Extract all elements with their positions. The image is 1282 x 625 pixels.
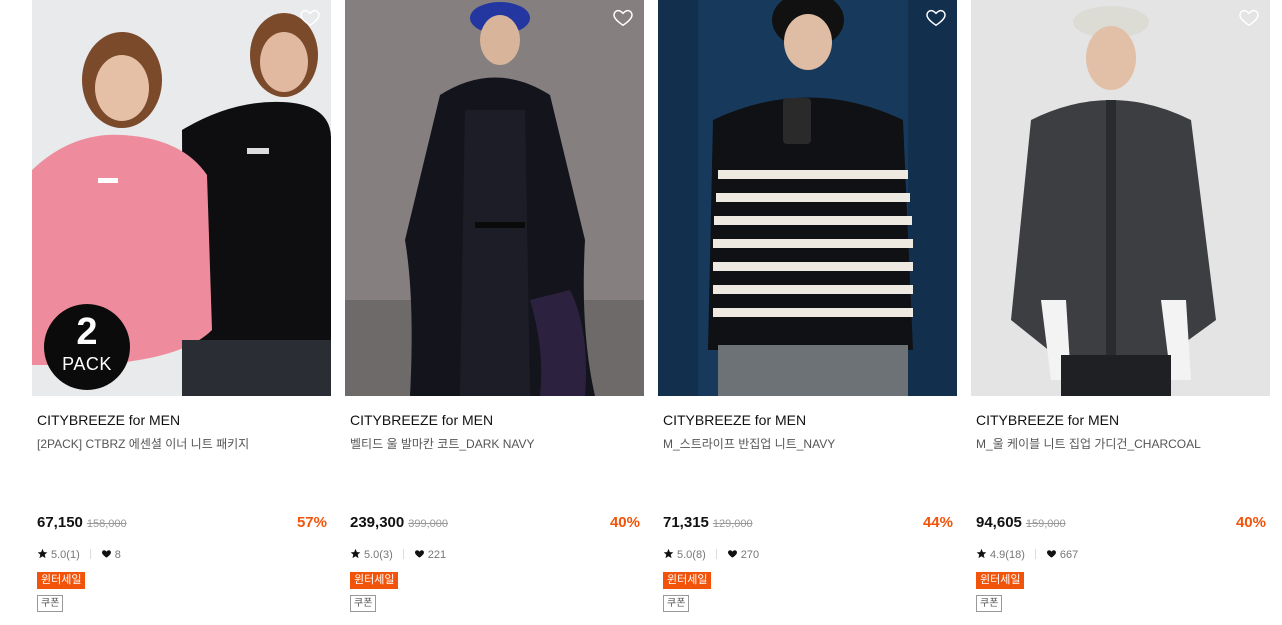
- product-image[interactable]: [658, 0, 957, 396]
- heart-icon: [101, 550, 111, 558]
- brand-name[interactable]: CITYBREEZE for MEN: [37, 412, 329, 428]
- rating-text: 5.0(3): [364, 549, 393, 561]
- discount-rate: 40%: [1235, 514, 1266, 531]
- original-price: 399,000: [408, 518, 448, 530]
- brand-name[interactable]: CITYBREEZE for MEN: [663, 412, 955, 428]
- heart-icon: [1046, 550, 1056, 558]
- sale-price-value: 67,150: [37, 514, 83, 531]
- pack-badge: 2 PACK: [44, 304, 130, 390]
- sale-price: 67,150 158,000: [37, 513, 127, 534]
- product-card[interactable]: CITYBREEZE for MEN M_울 케이블 니트 집업 가디건_CHA…: [971, 0, 1270, 625]
- coupon-tag: 쿠폰: [350, 595, 377, 612]
- wishlist-heart-icon[interactable]: [612, 6, 634, 28]
- product-card[interactable]: 2 PACK CITYBREEZE for MEN [2PACK] CTBRZ …: [32, 0, 331, 625]
- product-name[interactable]: 벨티드 울 발마칸 코트_DARK NAVY: [350, 437, 642, 451]
- discount-rate: 57%: [296, 514, 327, 531]
- price-row: 71,315 129,000 44%: [663, 513, 955, 533]
- like-count: 221: [427, 549, 447, 561]
- star-icon: [976, 548, 987, 559]
- divider: [402, 549, 404, 559]
- coupon-tag: 쿠폰: [37, 595, 64, 612]
- navy-coat-photo: [345, 0, 644, 396]
- review-like-row: 5.0(1) 8: [37, 547, 121, 563]
- original-price: 159,000: [1025, 518, 1066, 530]
- star-icon: [350, 548, 361, 559]
- divider: [89, 549, 91, 559]
- product-name[interactable]: M_스트라이프 반집업 니트_NAVY: [663, 437, 955, 451]
- price-row: 239,300 399,000 40%: [350, 513, 642, 533]
- sale-price: 71,315 129,000: [663, 513, 753, 534]
- brand-name[interactable]: CITYBREEZE for MEN: [350, 412, 642, 428]
- sale-price: 239,300 399,000: [350, 513, 448, 534]
- like-count: 667: [1059, 549, 1079, 561]
- badge-number: 2: [76, 311, 98, 353]
- discount-rate: 40%: [609, 514, 640, 531]
- star-icon: [663, 548, 674, 559]
- star-icon: [37, 548, 48, 559]
- coupon-tag: 쿠폰: [663, 595, 690, 612]
- product-image[interactable]: [971, 0, 1270, 396]
- sale-price: 94,605 159,000: [976, 513, 1066, 534]
- review-like-row: 5.0(8) 270: [663, 547, 759, 563]
- wishlist-heart-icon[interactable]: [1238, 6, 1260, 28]
- winter-sale-tag: 윈터세일: [37, 572, 86, 589]
- product-info: CITYBREEZE for MEN [2PACK] CTBRZ 에센셜 이너 …: [37, 412, 329, 612]
- sale-price-value: 94,605: [976, 514, 1022, 531]
- heart-icon: [727, 550, 737, 558]
- wishlist-heart-icon[interactable]: [299, 6, 321, 28]
- rating-text: 5.0(1): [51, 549, 80, 561]
- rating-text: 5.0(8): [677, 549, 706, 561]
- product-image[interactable]: 2 PACK: [32, 0, 331, 396]
- product-info: CITYBREEZE for MEN 벨티드 울 발마칸 코트_DARK NAV…: [350, 412, 642, 612]
- badge-text: PACK: [62, 354, 112, 374]
- winter-sale-tag: 윈터세일: [350, 572, 399, 589]
- product-info: CITYBREEZE for MEN M_울 케이블 니트 집업 가디건_CHA…: [976, 412, 1268, 612]
- product-card[interactable]: CITYBREEZE for MEN 벨티드 울 발마칸 코트_DARK NAV…: [345, 0, 644, 625]
- product-name[interactable]: M_울 케이블 니트 집업 가디건_CHARCOAL: [976, 437, 1268, 451]
- charcoal-cardigan-photo: [971, 0, 1270, 396]
- discount-rate: 44%: [922, 514, 953, 531]
- divider: [715, 549, 717, 559]
- heart-icon: [414, 550, 424, 558]
- price-row: 94,605 159,000 40%: [976, 513, 1268, 533]
- original-price: 158,000: [86, 518, 127, 530]
- rating-text: 4.9(18): [990, 549, 1025, 561]
- product-name[interactable]: [2PACK] CTBRZ 에센셜 이너 니트 패키지: [37, 437, 329, 451]
- review-like-row: 4.9(18) 667: [976, 547, 1078, 563]
- sale-price-value: 71,315: [663, 514, 709, 531]
- product-info: CITYBREEZE for MEN M_스트라이프 반집업 니트_NAVY 7…: [663, 412, 955, 612]
- coupon-tag: 쿠폰: [976, 595, 1003, 612]
- brand-name[interactable]: CITYBREEZE for MEN: [976, 412, 1268, 428]
- original-price: 129,000: [712, 518, 753, 530]
- product-card[interactable]: CITYBREEZE for MEN M_스트라이프 반집업 니트_NAVY 7…: [658, 0, 957, 625]
- product-grid: 2 PACK CITYBREEZE for MEN [2PACK] CTBRZ …: [0, 0, 1282, 625]
- divider: [1034, 549, 1036, 559]
- like-count: 8: [114, 549, 121, 561]
- sale-price-value: 239,300: [350, 514, 405, 531]
- product-image[interactable]: [345, 0, 644, 396]
- winter-sale-tag: 윈터세일: [663, 572, 712, 589]
- wishlist-heart-icon[interactable]: [925, 6, 947, 28]
- price-row: 67,150 158,000 57%: [37, 513, 329, 533]
- like-count: 270: [740, 549, 760, 561]
- review-like-row: 5.0(3) 221: [350, 547, 446, 563]
- winter-sale-tag: 윈터세일: [976, 572, 1025, 589]
- striped-knit-photo: [658, 0, 957, 396]
